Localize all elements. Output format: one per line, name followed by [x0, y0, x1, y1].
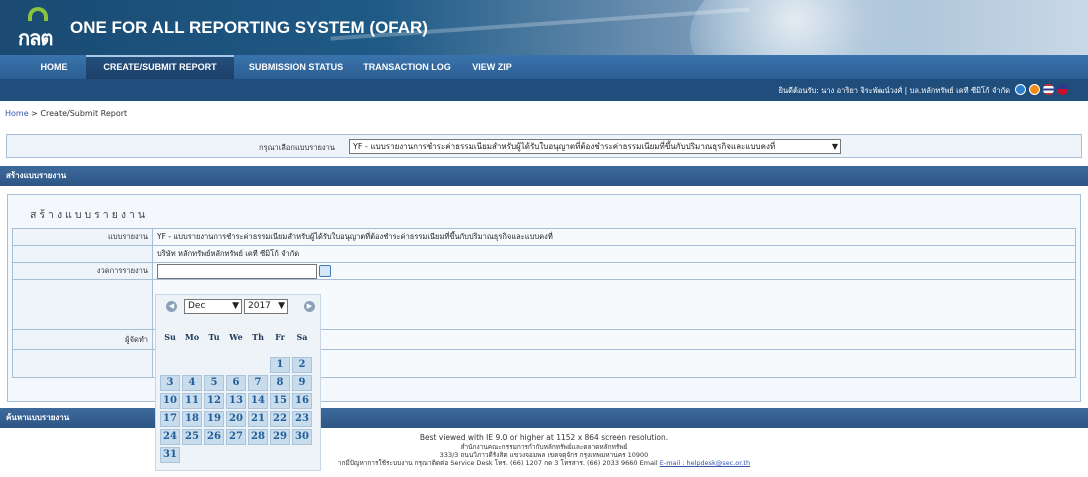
- chevron-down-icon: ▼: [831, 142, 838, 151]
- next-month-icon[interactable]: ▶: [304, 301, 315, 312]
- form-label-report-type: แบบรายงาน: [12, 228, 153, 246]
- report-type-select[interactable]: YF - แบบรายงานการชำระค่าธรรมเนียมสำหรับผ…: [349, 139, 841, 154]
- report-select-row: กรุณาเลือกแบบรายงาน YF - แบบรายงานการชำร…: [6, 134, 1082, 158]
- calendar-day[interactable]: 16: [292, 393, 312, 409]
- year-select-value: 2017: [248, 301, 271, 311]
- calendar-day[interactable]: 19: [204, 411, 224, 427]
- welcome-text: ยินดีต้อนรับ: นาง อาริยา จิระพัฒน์วงศ์ |…: [778, 86, 1010, 95]
- logo-arc-icon: [28, 7, 48, 21]
- calendar-day[interactable]: 30: [292, 429, 312, 445]
- form-value-report-type: YF - แบบรายงานการชำระค่าธรรมเนียมสำหรับผ…: [152, 228, 1076, 246]
- info-icon[interactable]: [1015, 84, 1026, 95]
- user-bar: ยินดีต้อนรับ: นาง อาริยา จิระพัฒน์วงศ์ |…: [0, 79, 1088, 101]
- power-icon[interactable]: [1029, 84, 1040, 95]
- calendar-day[interactable]: 31: [160, 447, 180, 463]
- form-row-report-type: แบบรายงาน YF - แบบรายงานการชำระค่าธรรมเน…: [12, 228, 1076, 246]
- calendar-day[interactable]: 14: [248, 393, 268, 409]
- weekday-header: Mo: [184, 332, 200, 342]
- period-date-input[interactable]: [157, 263, 317, 279]
- calendar-day[interactable]: 2: [292, 357, 312, 373]
- nav-transaction-log[interactable]: TRANSACTION LOG: [352, 55, 462, 79]
- calendar-day[interactable]: 24: [160, 429, 180, 445]
- chevron-down-icon: ▼: [232, 301, 239, 311]
- calendar-day[interactable]: 26: [204, 429, 224, 445]
- calendar-header: ◀ Dec ▼ 2017 ▼ ▶: [156, 295, 322, 319]
- breadcrumb: Home > Create/Submit Report: [5, 109, 127, 118]
- report-type-select-value: YF - แบบรายงานการชำระค่าธรรมเนียมสำหรับผ…: [353, 142, 776, 151]
- calendar-day[interactable]: 13: [226, 393, 246, 409]
- nav-home[interactable]: HOME: [22, 55, 86, 79]
- calendar-day[interactable]: 8: [270, 375, 290, 391]
- calendar-day[interactable]: 17: [160, 411, 180, 427]
- form-row-company: บริษัท หลักทรัพย์หลักทรัพย์ เคที ซีมิโก้…: [12, 245, 1076, 263]
- nav-create-submit-report[interactable]: CREATE/SUBMIT REPORT: [86, 55, 234, 79]
- prev-month-icon[interactable]: ◀: [166, 301, 177, 312]
- breadcrumb-home-link[interactable]: Home: [5, 109, 29, 118]
- calendar-day[interactable]: 12: [204, 393, 224, 409]
- sec-logo[interactable]: กลต: [18, 7, 58, 50]
- weekday-header: Su: [164, 332, 176, 342]
- calendar-day[interactable]: 28: [248, 429, 268, 445]
- year-select[interactable]: 2017 ▼: [244, 299, 288, 314]
- calendar-day[interactable]: 29: [270, 429, 290, 445]
- calendar-day[interactable]: 4: [182, 375, 202, 391]
- chevron-down-icon: ▼: [278, 301, 285, 311]
- calendar-day[interactable]: 27: [226, 429, 246, 445]
- report-select-label: กรุณาเลือกแบบรายงาน: [259, 143, 335, 152]
- form-value-company: บริษัท หลักทรัพย์หลักทรัพย์ เคที ซีมิโก้…: [152, 245, 1076, 263]
- calendar-day[interactable]: 11: [182, 393, 202, 409]
- weekday-header: Th: [252, 332, 264, 342]
- month-select[interactable]: Dec ▼: [184, 299, 242, 314]
- weekday-header: Tu: [208, 332, 220, 342]
- panel-title: สร้างแบบรายงาน: [30, 209, 149, 221]
- footer-contact-text: ากมีปัญหาการใช้ระบบงาน กรุณาติดต่อ Servi…: [337, 459, 658, 467]
- footer-email-link[interactable]: E-mail : helpdesk@sec.or.th: [660, 459, 750, 467]
- calendar-day[interactable]: 9: [292, 375, 312, 391]
- form-label-blank-1: [12, 279, 153, 330]
- form-value-period: [152, 262, 1076, 280]
- us-flag-icon[interactable]: [1057, 84, 1068, 95]
- calendar-day[interactable]: 6: [226, 375, 246, 391]
- form-label-period: งวดการรายงาน: [12, 262, 153, 280]
- form-label-company: [12, 245, 153, 263]
- month-select-value: Dec: [188, 301, 206, 311]
- calendar-day[interactable]: 10: [160, 393, 180, 409]
- form-label-blank-2: [12, 349, 153, 378]
- nav-submission-status[interactable]: SUBMISSION STATUS: [240, 55, 352, 79]
- calendar-day[interactable]: 15: [270, 393, 290, 409]
- calendar-day[interactable]: 5: [204, 375, 224, 391]
- form-label-preparer: ผู้จัดทำ: [12, 329, 153, 350]
- app-title: ONE FOR ALL REPORTING SYSTEM (OFAR): [70, 18, 428, 37]
- weekday-header: Fr: [275, 332, 285, 342]
- breadcrumb-current: Create/Submit Report: [40, 109, 128, 118]
- calendar-day[interactable]: 22: [270, 411, 290, 427]
- create-report-section-bar: สร้างแบบรายงาน: [0, 166, 1088, 186]
- calendar-day[interactable]: 1: [270, 357, 290, 373]
- calendar-icon[interactable]: [319, 265, 331, 277]
- calendar-day[interactable]: 23: [292, 411, 312, 427]
- form-row-period: งวดการรายงาน: [12, 262, 1076, 280]
- calendar-day[interactable]: 21: [248, 411, 268, 427]
- header-banner: กลต ONE FOR ALL REPORTING SYSTEM (OFAR): [0, 0, 1088, 55]
- calendar-day[interactable]: 25: [182, 429, 202, 445]
- calendar-day[interactable]: 3: [160, 375, 180, 391]
- page-root: กลต ONE FOR ALL REPORTING SYSTEM (OFAR) …: [0, 0, 1088, 477]
- weekday-header: Sa: [296, 332, 308, 342]
- logo-text: กลต: [18, 26, 53, 50]
- date-picker-popup: ◀ Dec ▼ 2017 ▼ ▶ Su Mo Tu We Th Fr Sa 1 2 3 4 5 6 7 8 9…: [155, 294, 321, 471]
- calendar-day[interactable]: 20: [226, 411, 246, 427]
- weekday-header: We: [229, 332, 243, 342]
- breadcrumb-separator: >: [31, 109, 38, 118]
- main-nav: HOME CREATE/SUBMIT REPORT SUBMISSION STA…: [0, 55, 1088, 79]
- thai-flag-icon[interactable]: [1043, 84, 1054, 95]
- nav-view-zip[interactable]: VIEW ZIP: [462, 55, 522, 79]
- calendar-day[interactable]: 18: [182, 411, 202, 427]
- calendar-day[interactable]: 7: [248, 375, 268, 391]
